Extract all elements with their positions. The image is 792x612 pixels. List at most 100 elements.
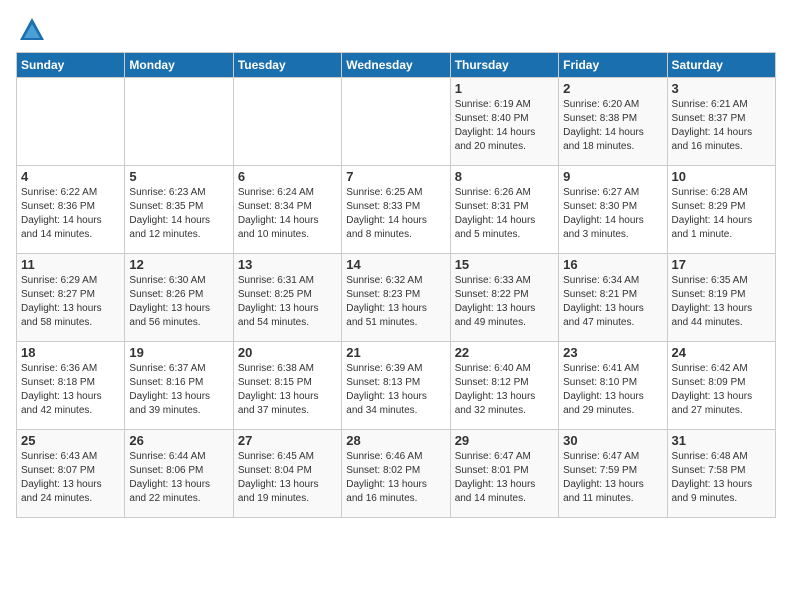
day-number: 25 xyxy=(21,433,120,448)
week-row-3: 11 Sunrise: 6:29 AM Sunset: 8:27 PM Dayli… xyxy=(17,254,776,342)
calendar-cell: 20 Sunrise: 6:38 AM Sunset: 8:15 PM Dayli… xyxy=(233,342,341,430)
calendar-cell: 31 Sunrise: 6:48 AM Sunset: 7:58 PM Dayli… xyxy=(667,430,775,518)
day-info: Sunrise: 6:22 AM Sunset: 8:36 PM Dayligh… xyxy=(21,186,120,242)
day-info: Sunrise: 6:39 AM Sunset: 8:13 PM Dayligh… xyxy=(346,362,445,418)
calendar-table: SundayMondayTuesdayWednesdayThursdayFrid… xyxy=(16,52,776,518)
day-info: Sunrise: 6:48 AM Sunset: 7:58 PM Dayligh… xyxy=(672,450,771,506)
day-number: 14 xyxy=(346,257,445,272)
day-number: 17 xyxy=(672,257,771,272)
week-row-2: 4 Sunrise: 6:22 AM Sunset: 8:36 PM Daylig… xyxy=(17,166,776,254)
day-info: Sunrise: 6:28 AM Sunset: 8:29 PM Dayligh… xyxy=(672,186,771,242)
week-row-4: 18Sunrise: 6:36 AM Sunset: 8:18 PM Dayli… xyxy=(17,342,776,430)
day-number: 15 xyxy=(455,257,554,272)
day-info: Sunrise: 6:24 AM Sunset: 8:34 PM Dayligh… xyxy=(238,186,337,242)
calendar-cell: 16Sunrise: 6:34 AM Sunset: 8:21 PM Dayli… xyxy=(559,254,667,342)
day-info: Sunrise: 6:43 AM Sunset: 8:07 PM Dayligh… xyxy=(21,450,120,506)
page-header xyxy=(16,16,776,44)
day-number: 6 xyxy=(238,169,337,184)
calendar-cell: 19 Sunrise: 6:37 AM Sunset: 8:16 PM Dayli… xyxy=(125,342,233,430)
day-number: 12 xyxy=(129,257,228,272)
day-info: Sunrise: 6:26 AM Sunset: 8:31 PM Dayligh… xyxy=(455,186,554,242)
calendar-cell: 12 Sunrise: 6:30 AM Sunset: 8:26 PM Dayli… xyxy=(125,254,233,342)
day-number: 13 xyxy=(238,257,337,272)
calendar-cell: 14 Sunrise: 6:32 AM Sunset: 8:23 PM Dayli… xyxy=(342,254,450,342)
day-number: 27 xyxy=(238,433,337,448)
calendar-cell: 13Sunrise: 6:31 AM Sunset: 8:25 PM Dayli… xyxy=(233,254,341,342)
day-header-thursday: Thursday xyxy=(450,53,558,78)
day-number: 3 xyxy=(672,81,771,96)
day-number: 1 xyxy=(455,81,554,96)
day-number: 10 xyxy=(672,169,771,184)
day-info: Sunrise: 6:36 AM Sunset: 8:18 PM Dayligh… xyxy=(21,362,120,418)
day-info: Sunrise: 6:40 AM Sunset: 8:12 PM Dayligh… xyxy=(455,362,554,418)
day-info: Sunrise: 6:32 AM Sunset: 8:23 PM Dayligh… xyxy=(346,274,445,330)
calendar-cell: 4 Sunrise: 6:22 AM Sunset: 8:36 PM Daylig… xyxy=(17,166,125,254)
calendar-cell: 2 Sunrise: 6:20 AM Sunset: 8:38 PM Daylig… xyxy=(559,78,667,166)
day-info: Sunrise: 6:47 AM Sunset: 7:59 PM Dayligh… xyxy=(563,450,662,506)
day-number: 9 xyxy=(563,169,662,184)
day-header-tuesday: Tuesday xyxy=(233,53,341,78)
week-row-1: 1Sunrise: 6:19 AM Sunset: 8:40 PM Daylig… xyxy=(17,78,776,166)
day-number: 30 xyxy=(563,433,662,448)
day-info: Sunrise: 6:44 AM Sunset: 8:06 PM Dayligh… xyxy=(129,450,228,506)
day-info: Sunrise: 6:30 AM Sunset: 8:26 PM Dayligh… xyxy=(129,274,228,330)
day-info: Sunrise: 6:38 AM Sunset: 8:15 PM Dayligh… xyxy=(238,362,337,418)
calendar-cell: 22 Sunrise: 6:40 AM Sunset: 8:12 PM Dayli… xyxy=(450,342,558,430)
calendar-cell: 24 Sunrise: 6:42 AM Sunset: 8:09 PM Dayli… xyxy=(667,342,775,430)
calendar-cell: 23 Sunrise: 6:41 AM Sunset: 8:10 PM Dayli… xyxy=(559,342,667,430)
calendar-cell: 7 Sunrise: 6:25 AM Sunset: 8:33 PM Daylig… xyxy=(342,166,450,254)
calendar-cell: 29 Sunrise: 6:47 AM Sunset: 8:01 PM Dayli… xyxy=(450,430,558,518)
day-info: Sunrise: 6:23 AM Sunset: 8:35 PM Dayligh… xyxy=(129,186,228,242)
calendar-cell xyxy=(17,78,125,166)
day-number: 2 xyxy=(563,81,662,96)
day-info: Sunrise: 6:33 AM Sunset: 8:22 PM Dayligh… xyxy=(455,274,554,330)
day-info: Sunrise: 6:25 AM Sunset: 8:33 PM Dayligh… xyxy=(346,186,445,242)
day-header-sunday: Sunday xyxy=(17,53,125,78)
day-info: Sunrise: 6:45 AM Sunset: 8:04 PM Dayligh… xyxy=(238,450,337,506)
week-row-5: 25 Sunrise: 6:43 AM Sunset: 8:07 PM Dayli… xyxy=(17,430,776,518)
day-number: 31 xyxy=(672,433,771,448)
day-number: 19 xyxy=(129,345,228,360)
calendar-cell: 10 Sunrise: 6:28 AM Sunset: 8:29 PM Dayli… xyxy=(667,166,775,254)
day-info: Sunrise: 6:34 AM Sunset: 8:21 PM Dayligh… xyxy=(563,274,662,330)
day-number: 4 xyxy=(21,169,120,184)
calendar-cell: 27 Sunrise: 6:45 AM Sunset: 8:04 PM Dayli… xyxy=(233,430,341,518)
calendar-cell: 28Sunrise: 6:46 AM Sunset: 8:02 PM Dayli… xyxy=(342,430,450,518)
day-info: Sunrise: 6:20 AM Sunset: 8:38 PM Dayligh… xyxy=(563,98,662,154)
day-number: 20 xyxy=(238,345,337,360)
day-number: 28 xyxy=(346,433,445,448)
logo xyxy=(16,16,46,44)
day-number: 22 xyxy=(455,345,554,360)
day-number: 7 xyxy=(346,169,445,184)
header-row: SundayMondayTuesdayWednesdayThursdayFrid… xyxy=(17,53,776,78)
day-header-friday: Friday xyxy=(559,53,667,78)
day-number: 11 xyxy=(21,257,120,272)
day-number: 5 xyxy=(129,169,228,184)
logo-icon xyxy=(18,16,46,44)
calendar-cell: 17 Sunrise: 6:35 AM Sunset: 8:19 PM Dayli… xyxy=(667,254,775,342)
day-info: Sunrise: 6:37 AM Sunset: 8:16 PM Dayligh… xyxy=(129,362,228,418)
calendar-cell: 21Sunrise: 6:39 AM Sunset: 8:13 PM Dayli… xyxy=(342,342,450,430)
day-number: 26 xyxy=(129,433,228,448)
day-number: 24 xyxy=(672,345,771,360)
calendar-cell: 26 Sunrise: 6:44 AM Sunset: 8:06 PM Dayli… xyxy=(125,430,233,518)
calendar-cell: 30 Sunrise: 6:47 AM Sunset: 7:59 PM Dayli… xyxy=(559,430,667,518)
day-header-wednesday: Wednesday xyxy=(342,53,450,78)
calendar-cell: 18Sunrise: 6:36 AM Sunset: 8:18 PM Dayli… xyxy=(17,342,125,430)
calendar-cell: 6 Sunrise: 6:24 AM Sunset: 8:34 PM Daylig… xyxy=(233,166,341,254)
day-number: 23 xyxy=(563,345,662,360)
calendar-cell xyxy=(342,78,450,166)
calendar-cell xyxy=(125,78,233,166)
day-info: Sunrise: 6:29 AM Sunset: 8:27 PM Dayligh… xyxy=(21,274,120,330)
day-info: Sunrise: 6:41 AM Sunset: 8:10 PM Dayligh… xyxy=(563,362,662,418)
day-number: 8 xyxy=(455,169,554,184)
calendar-cell: 25 Sunrise: 6:43 AM Sunset: 8:07 PM Dayli… xyxy=(17,430,125,518)
day-number: 29 xyxy=(455,433,554,448)
calendar-cell: 5 Sunrise: 6:23 AM Sunset: 8:35 PM Daylig… xyxy=(125,166,233,254)
day-info: Sunrise: 6:35 AM Sunset: 8:19 PM Dayligh… xyxy=(672,274,771,330)
calendar-cell xyxy=(233,78,341,166)
day-info: Sunrise: 6:21 AM Sunset: 8:37 PM Dayligh… xyxy=(672,98,771,154)
calendar-cell: 15 Sunrise: 6:33 AM Sunset: 8:22 PM Dayli… xyxy=(450,254,558,342)
day-info: Sunrise: 6:47 AM Sunset: 8:01 PM Dayligh… xyxy=(455,450,554,506)
day-info: Sunrise: 6:42 AM Sunset: 8:09 PM Dayligh… xyxy=(672,362,771,418)
